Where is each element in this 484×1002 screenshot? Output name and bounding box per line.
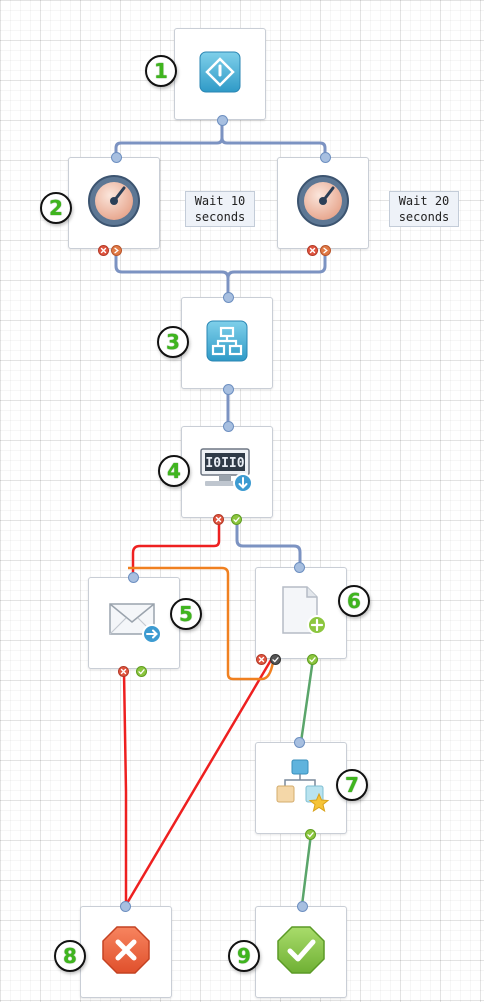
success-port[interactable] [307, 654, 318, 665]
send-email-step[interactable] [88, 577, 180, 669]
wait-step-10[interactable] [68, 157, 160, 249]
link-subworkflow-to-end [300, 832, 313, 907]
step-number-badge: 9 [228, 940, 260, 972]
success-port[interactable] [305, 829, 316, 840]
fail-stop-icon [100, 924, 152, 980]
step-number-badge: 7 [336, 769, 368, 801]
step-number-badge: 5 [170, 598, 202, 630]
wait-timer-icon [86, 173, 142, 233]
wait-label-line2: seconds [194, 210, 246, 224]
link-file-fail-to-stop [124, 658, 273, 907]
junction-icon [205, 319, 249, 367]
sub-workflow-step[interactable] [255, 742, 347, 834]
fail-stop-step[interactable] [80, 906, 172, 998]
timeout-port[interactable] [320, 245, 331, 256]
wait-label-line2: seconds [398, 210, 450, 224]
success-end-step[interactable] [255, 906, 347, 998]
wait-10-label: Wait 10 seconds [185, 191, 255, 227]
send-email-icon [104, 596, 164, 650]
run-program-icon: I0II0 [197, 445, 257, 499]
input-port[interactable] [223, 421, 234, 432]
input-port[interactable] [120, 901, 131, 912]
input-port[interactable] [111, 152, 122, 163]
wait-step-20[interactable] [277, 157, 369, 249]
input-port[interactable] [297, 901, 308, 912]
success-end-icon [275, 924, 327, 980]
step-number-badge: 1 [145, 55, 177, 87]
workflow-start-icon [198, 50, 242, 98]
link-file-to-subworkflow [299, 657, 315, 744]
link-wait10-to-junction [114, 247, 230, 298]
link-email-fail-to-stop [122, 670, 128, 907]
step-number-badge: 6 [338, 585, 370, 617]
wait-label-line1: Wait 20 [398, 194, 450, 208]
link-program-to-file [235, 518, 302, 569]
success-port[interactable] [231, 514, 242, 525]
step-number-badge: 8 [54, 940, 86, 972]
run-program-step[interactable]: I0II0 [181, 426, 273, 518]
input-port[interactable] [294, 737, 305, 748]
failure-port[interactable] [213, 514, 224, 525]
warning-port[interactable] [270, 654, 281, 665]
input-port[interactable] [128, 572, 139, 583]
failure-port[interactable] [98, 245, 109, 256]
sub-workflow-icon [271, 756, 331, 820]
timeout-port[interactable] [111, 245, 122, 256]
create-file-icon [271, 583, 331, 643]
step-number-badge: 2 [40, 192, 72, 224]
create-file-step[interactable] [255, 567, 347, 659]
wait-timer-icon [295, 173, 351, 233]
failure-port[interactable] [307, 245, 318, 256]
step-number-badge: 3 [157, 326, 189, 358]
link-start-to-wait10 [114, 118, 224, 158]
failure-port[interactable] [256, 654, 267, 665]
wait-20-label: Wait 20 seconds [389, 191, 459, 227]
input-port[interactable] [294, 562, 305, 573]
input-port[interactable] [320, 152, 331, 163]
output-port[interactable] [217, 115, 228, 126]
wait-label-line1: Wait 10 [194, 194, 246, 208]
start-step[interactable] [174, 28, 266, 120]
input-port[interactable] [223, 292, 234, 303]
link-start-to-wait20 [220, 136, 327, 158]
output-port[interactable] [223, 384, 234, 395]
junction-step[interactable] [181, 297, 273, 389]
failure-port[interactable] [118, 666, 129, 677]
svg-text:I0II0: I0II0 [205, 456, 244, 471]
success-port[interactable] [136, 666, 147, 677]
step-number-badge: 4 [158, 455, 190, 487]
